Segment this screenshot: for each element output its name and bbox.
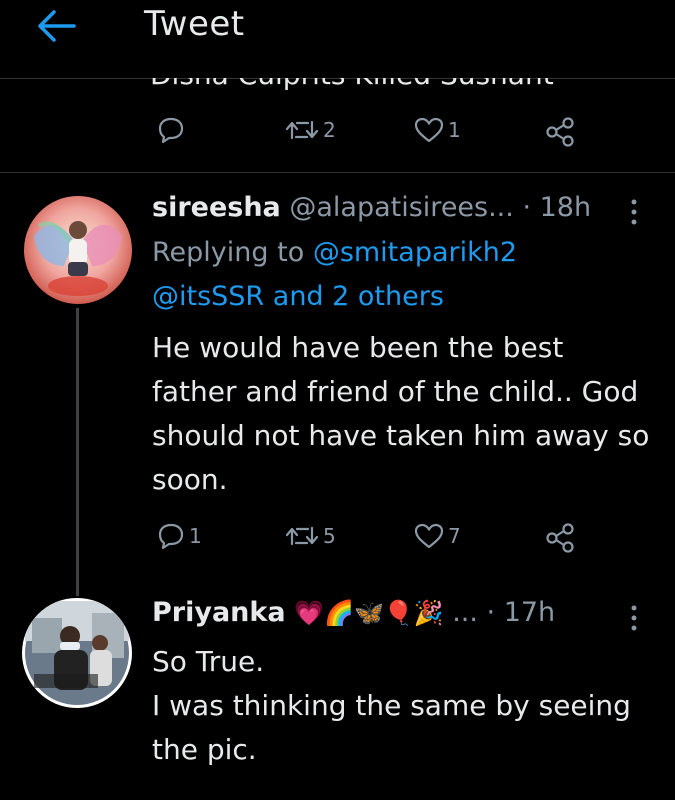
share-icon [546, 117, 574, 147]
separator [0, 172, 675, 173]
like-button[interactable]: 1 [414, 116, 461, 144]
timestamp[interactable]: · 18h [522, 192, 591, 223]
name-emojis: 💗🌈🦋🎈🎉 [294, 599, 444, 627]
retweet-count: 2 [323, 118, 336, 142]
tweet-header: sireesha @alapatisirees... · 18h [152, 192, 591, 223]
like-button[interactable]: 7 [414, 522, 461, 550]
share-icon [546, 523, 574, 553]
reply-button[interactable] [157, 116, 185, 144]
heart-icon [414, 523, 444, 549]
name-ellipsis: ... [452, 597, 478, 628]
reply-count: 1 [189, 524, 202, 548]
display-name[interactable]: Priyanka [152, 597, 286, 628]
retweet-icon [285, 526, 319, 546]
tweet-text: He would have been the best father and f… [152, 331, 650, 496]
avatar-image [24, 196, 132, 304]
replying-to: Replying to @smitaparikh2 [152, 237, 518, 268]
back-button[interactable] [34, 6, 78, 46]
retweet-count: 5 [323, 524, 336, 548]
heart-icon [414, 117, 444, 143]
avatar[interactable] [24, 196, 132, 304]
more-options-icon[interactable] [629, 603, 639, 633]
page-title: Tweet [144, 4, 245, 44]
retweet-icon [285, 120, 319, 140]
arrow-left-icon [38, 10, 76, 42]
tweet-header: Priyanka 💗🌈🦋🎈🎉 ... · 17h [152, 597, 555, 628]
reply-icon [158, 117, 184, 144]
share-button[interactable] [544, 522, 576, 554]
retweet-button[interactable]: 5 [285, 522, 336, 550]
mention-link[interactable]: @itsSSR and 2 others [152, 281, 444, 312]
more-options-icon[interactable] [629, 197, 639, 227]
tweet-text-line: So True. [152, 645, 265, 678]
previous-tweet-text: Disha Culprits Killed Sushant [150, 78, 630, 98]
share-button[interactable] [544, 116, 576, 148]
retweet-button[interactable]: 2 [285, 116, 336, 144]
avatar-image [25, 601, 129, 705]
like-count: 7 [448, 524, 461, 548]
tweet-text: I was thinking the same by seeing the pi… [152, 689, 631, 766]
display-name[interactable]: sireesha [152, 192, 281, 223]
tweet-actions: 1 5 7 [0, 522, 675, 556]
timestamp[interactable]: · 17h [487, 597, 556, 628]
handle[interactable]: @alapatisirees... [289, 192, 513, 223]
avatar[interactable] [22, 598, 132, 708]
top-bar: Tweet [0, 0, 675, 79]
mention-link[interactable]: @smitaparikh2 [313, 237, 517, 268]
tweet-detail-screen: Tweet Disha Culprits Killed Sushant 2 1 [0, 0, 675, 800]
like-count: 1 [448, 118, 461, 142]
previous-tweet-actions: 2 1 [0, 116, 675, 150]
reply-button[interactable]: 1 [157, 522, 202, 550]
reply-icon [158, 523, 184, 550]
